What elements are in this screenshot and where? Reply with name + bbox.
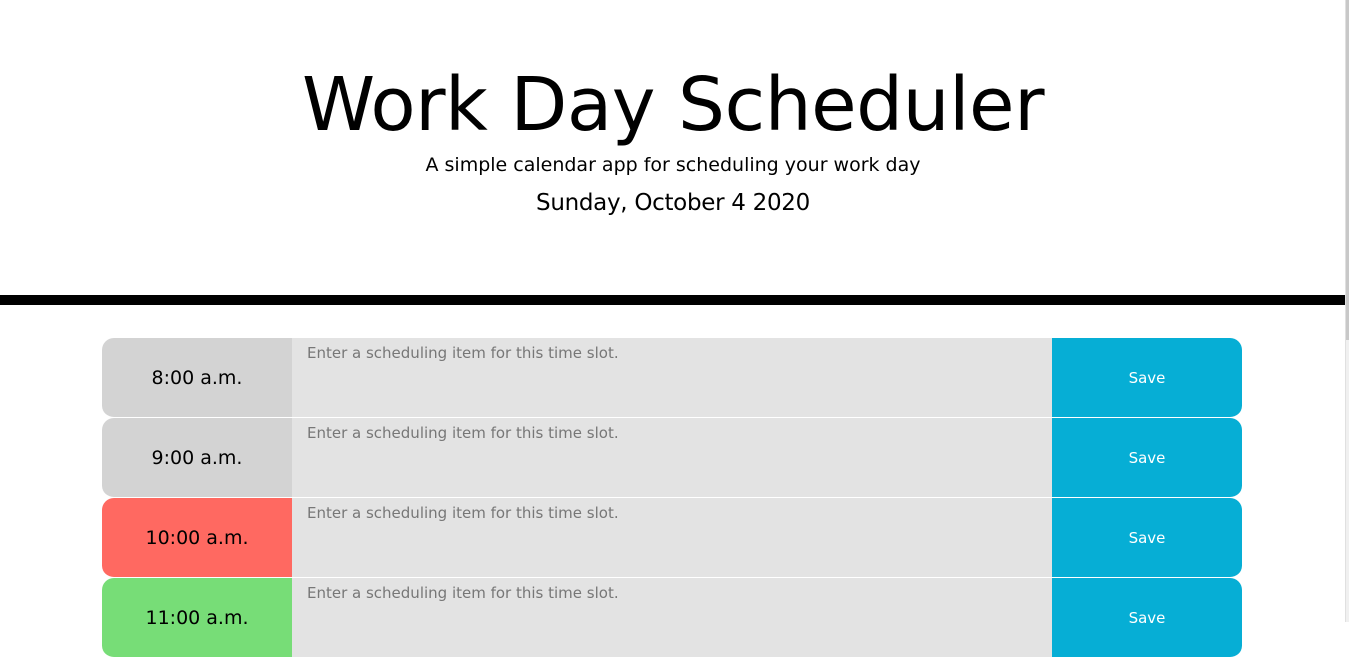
current-day: Sunday, October 4 2020	[536, 190, 810, 216]
hour-label: 8:00 a.m.	[102, 338, 292, 418]
description-input[interactable]	[292, 418, 1052, 498]
save-button[interactable]: Save	[1052, 418, 1242, 498]
page-title: Work Day Scheduler	[301, 62, 1045, 148]
description-input[interactable]	[292, 498, 1052, 578]
hour-label: 11:00 a.m.	[102, 578, 292, 658]
time-block: 11:00 a.m. Save	[102, 578, 1242, 658]
description-input[interactable]	[292, 338, 1052, 418]
time-block: 9:00 a.m. Save	[102, 418, 1242, 498]
save-button[interactable]: Save	[1052, 338, 1242, 418]
page-subtitle: A simple calendar app for scheduling you…	[425, 154, 921, 176]
save-button[interactable]: Save	[1052, 578, 1242, 658]
hour-label: 9:00 a.m.	[102, 418, 292, 498]
time-block-container: 8:00 a.m. Save 9:00 a.m. Save 10:00 a.m.…	[102, 338, 1242, 658]
time-block: 8:00 a.m. Save	[102, 338, 1242, 418]
header-jumbotron: Work Day Scheduler A simple calendar app…	[0, 0, 1346, 305]
time-block: 10:00 a.m. Save	[102, 498, 1242, 578]
hour-label: 10:00 a.m.	[102, 498, 292, 578]
description-input[interactable]	[292, 578, 1052, 658]
save-button[interactable]: Save	[1052, 498, 1242, 578]
